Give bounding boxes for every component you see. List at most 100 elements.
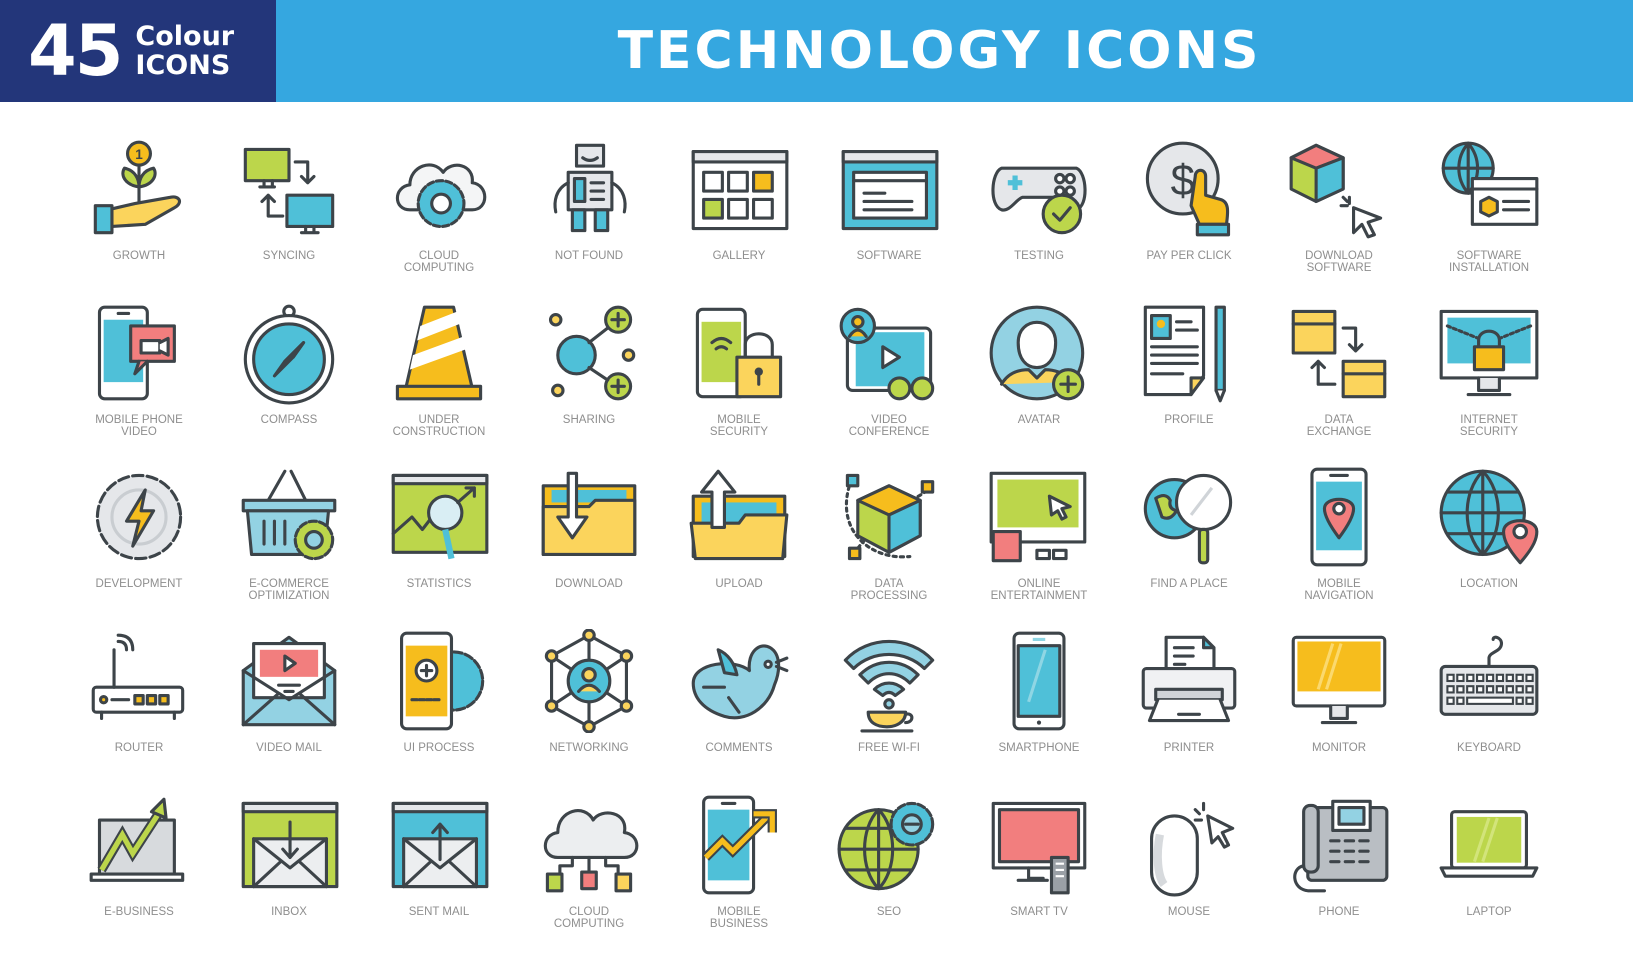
icon-label: MOBILE PHONE VIDEO <box>95 414 183 438</box>
page-title: TECHNOLOGY ICONS <box>617 21 1262 81</box>
icon-tile-sharing: SHARING <box>514 298 664 462</box>
icon-tile-cloud-computing-2: CLOUD COMPUTING <box>514 790 664 954</box>
smartphone-icon <box>984 626 1094 736</box>
icon-label: FIND A PLACE <box>1150 578 1228 590</box>
icon-label: INBOX <box>271 906 307 918</box>
networking-icon <box>534 626 644 736</box>
icon-tile-cloud-computing: CLOUD COMPUTING <box>364 134 514 298</box>
icon-tile-gallery: GALLERY <box>664 134 814 298</box>
icon-label: CLOUD COMPUTING <box>403 250 475 274</box>
title-banner: TECHNOLOGY ICONS <box>276 0 1633 102</box>
keyboard-icon <box>1434 626 1544 736</box>
icon-label: ROUTER <box>114 742 164 754</box>
header: 45 Colour ICONS TECHNOLOGY ICONS <box>0 0 1633 102</box>
icon-tile-mouse: MOUSE <box>1114 790 1264 954</box>
icon-tile-video-mail: VIDEO MAIL <box>214 626 364 790</box>
icon-tile-compass: COMPASS <box>214 298 364 462</box>
icon-tile-growth: 1 GROWTH <box>64 134 214 298</box>
icon-tile-mobile-business: MOBILE BUSINESS <box>664 790 814 954</box>
icon-label: SYNCING <box>262 250 316 262</box>
icon-label: SEO <box>876 906 902 918</box>
icon-tile-mobile-security: MOBILE SECURITY <box>664 298 814 462</box>
e-commerce-optimization-icon <box>234 462 344 572</box>
inbox-icon <box>234 790 344 900</box>
icon-tile-keyboard: KEYBOARD <box>1414 626 1564 790</box>
icon-tile-pay-per-click: $ PAY PER CLICK <box>1114 134 1264 298</box>
icon-tile-under-construction: UNDER CONSTRUCTION <box>364 298 514 462</box>
icon-tile-e-business: E-BUSINESS <box>64 790 214 954</box>
icon-tile-profile: PROFILE <box>1114 298 1264 462</box>
icon-tile-download-software: DOWNLOAD SOFTWARE <box>1264 134 1414 298</box>
development-icon <box>84 462 194 572</box>
free-wi-fi-icon <box>834 626 944 736</box>
icon-label: MOBILE SECURITY <box>709 414 769 438</box>
under-construction-icon <box>384 298 494 408</box>
data-processing-icon <box>834 462 944 572</box>
icon-label: E-COMMERCE OPTIMIZATION <box>248 578 330 602</box>
icon-tile-testing: TESTING <box>964 134 1114 298</box>
icon-tile-syncing: SYNCING <box>214 134 364 298</box>
icon-tile-inbox: INBOX <box>214 790 364 954</box>
icon-label: DOWNLOAD <box>555 578 623 590</box>
icon-tile-video-conference: VIDEO CONFERENCE <box>814 298 964 462</box>
icon-tile-software-installation: SOFTWARE INSTALLATION <box>1414 134 1564 298</box>
icon-label: E-BUSINESS <box>104 906 174 918</box>
icon-label: SMART TV <box>1010 906 1068 918</box>
comments-icon <box>684 626 794 736</box>
icon-label: PRINTER <box>1163 742 1215 754</box>
syncing-icon <box>234 134 344 244</box>
testing-icon <box>984 134 1094 244</box>
icon-label: VIDEO CONFERENCE <box>848 414 930 438</box>
icon-label: LAPTOP <box>1466 906 1512 918</box>
icon-tile-upload: UPLOAD <box>664 462 814 626</box>
icon-label: DOWNLOAD SOFTWARE <box>1305 250 1373 274</box>
badge-line-2: ICONS <box>135 50 231 81</box>
icon-tile-ui-process: UI PROCESS <box>364 626 514 790</box>
router-icon <box>84 626 194 736</box>
icon-label: MOUSE <box>1167 906 1211 918</box>
svg-text:1: 1 <box>135 147 143 162</box>
icon-label: LOCATION <box>1460 578 1518 590</box>
icon-label: UI PROCESS <box>403 742 475 754</box>
icon-label: VIDEO MAIL <box>256 742 322 754</box>
icon-label: TESTING <box>1014 250 1064 262</box>
icon-tile-laptop: LAPTOP <box>1414 790 1564 954</box>
icon-label: UPLOAD <box>715 578 763 590</box>
upload-icon <box>684 462 794 572</box>
icon-label: FREE WI-FI <box>858 742 920 754</box>
icon-tile-data-exchange: DATA EXCHANGE <box>1264 298 1414 462</box>
icon-label: ONLINE ENTERTAINMENT <box>990 578 1088 602</box>
icon-count-badge: 45 Colour ICONS <box>0 0 276 102</box>
icon-label: UNDER CONSTRUCTION <box>392 414 486 438</box>
icon-label: MONITOR <box>1311 742 1367 754</box>
icon-tile-not-found: NOT FOUND <box>514 134 664 298</box>
compass-icon <box>234 298 344 408</box>
icon-tile-avatar: AVATAR <box>964 298 1114 462</box>
badge-text: Colour ICONS <box>135 22 234 80</box>
icon-label: PAY PER CLICK <box>1146 250 1232 262</box>
icon-tile-smart-tv: SMART TV <box>964 790 1114 954</box>
icon-tile-development: DEVELOPMENT <box>64 462 214 626</box>
icon-label: AVATAR <box>1017 414 1061 426</box>
ui-process-icon <box>384 626 494 736</box>
icon-tile-mobile-phone-video: MOBILE PHONE VIDEO <box>64 298 214 462</box>
icon-tile-internet-security: INTERNET SECURITY <box>1414 298 1564 462</box>
icon-tile-data-processing: DATA PROCESSING <box>814 462 964 626</box>
sharing-icon <box>534 298 644 408</box>
data-exchange-icon <box>1284 298 1394 408</box>
icon-tile-mobile-navigation: MOBILE NAVIGATION <box>1264 462 1414 626</box>
icon-label: CLOUD COMPUTING <box>553 906 625 930</box>
icon-tile-statistics: STATISTICS <box>364 462 514 626</box>
cloud-computing-2-icon <box>534 790 644 900</box>
icon-tile-sent-mail: SENT MAIL <box>364 790 514 954</box>
icon-label: GALLERY <box>712 250 766 262</box>
avatar-icon <box>984 298 1094 408</box>
growth-icon: 1 <box>84 134 194 244</box>
e-business-icon <box>84 790 194 900</box>
video-mail-icon <box>234 626 344 736</box>
icon-label: INTERNET SECURITY <box>1459 414 1519 438</box>
cloud-computing-icon <box>384 134 494 244</box>
icon-tile-monitor: MONITOR <box>1264 626 1414 790</box>
icon-label: SENT MAIL <box>408 906 470 918</box>
icon-label: NOT FOUND <box>554 250 624 262</box>
